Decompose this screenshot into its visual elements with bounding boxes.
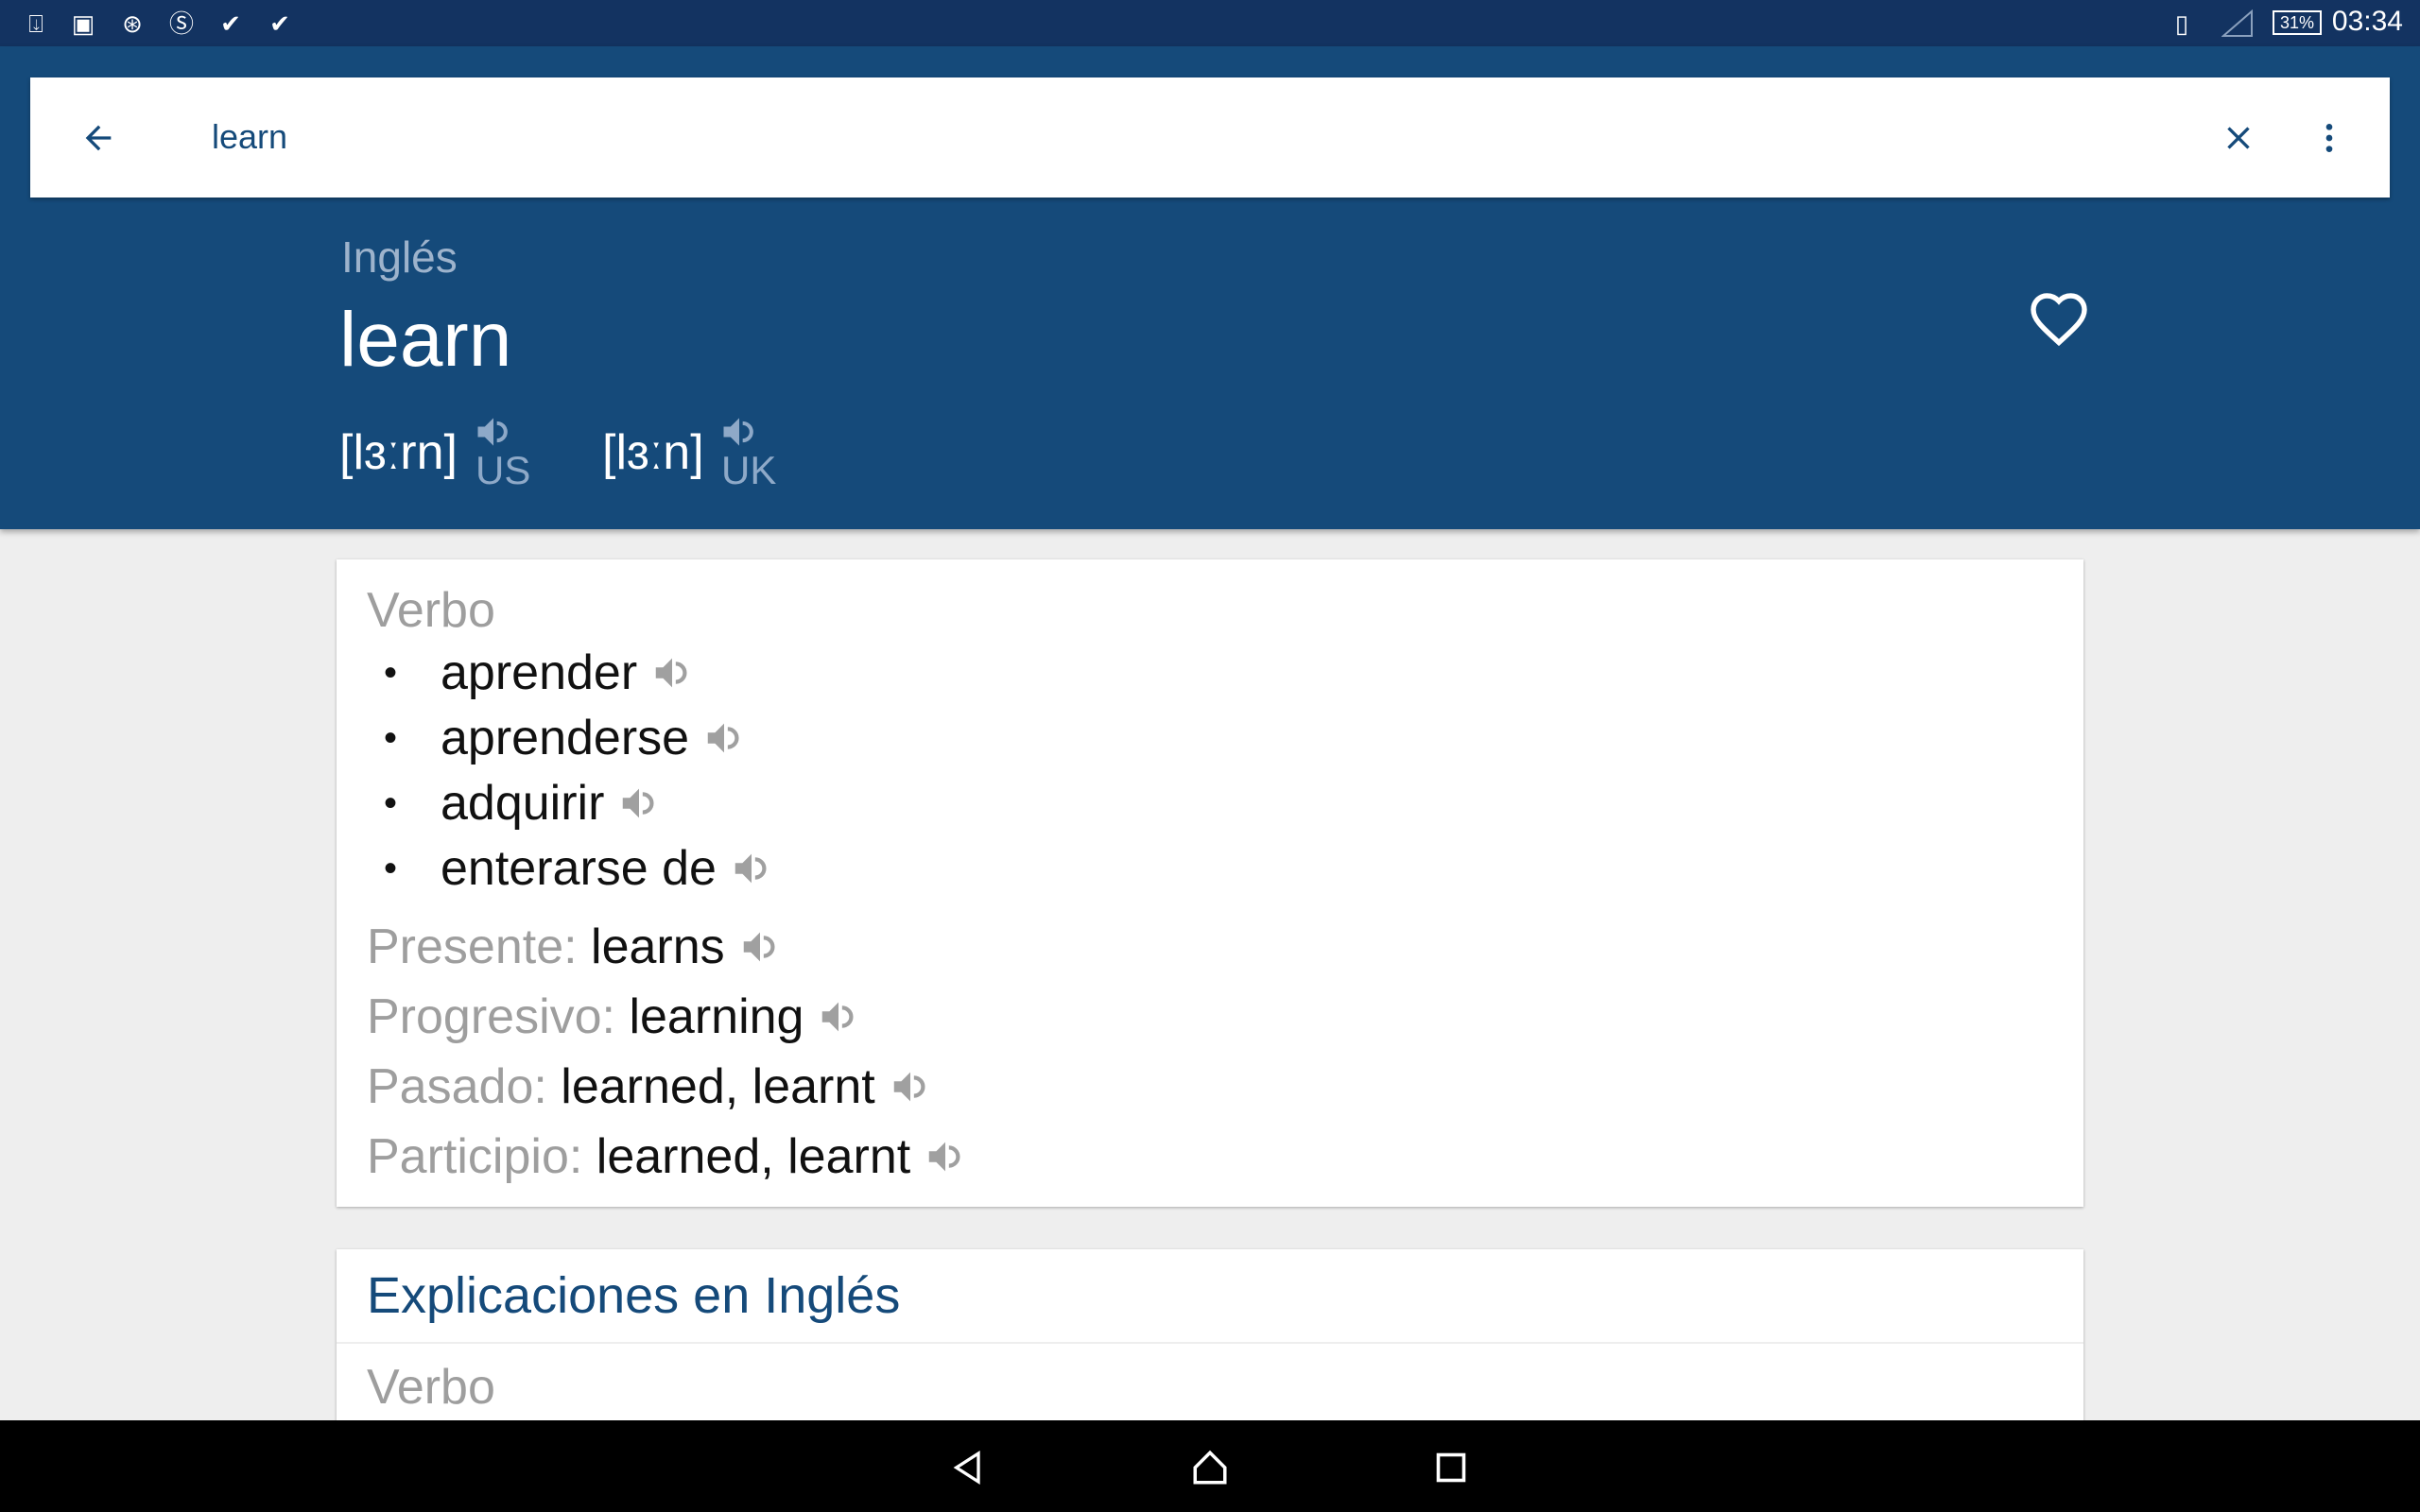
pronunciation-uk: [lɜːn]: [602, 425, 704, 480]
translations-card: Verbo • aprender • aprenderse • adquirir • ente…: [337, 559, 2083, 1207]
part-of-speech: Verbo: [367, 1360, 495, 1415]
explanations-title: Explicaciones en Inglés: [367, 1267, 901, 1324]
translation-item: • aprender: [384, 644, 694, 701]
translation-text[interactable]: enterarse de: [441, 840, 717, 897]
translation-item: • adquirir: [384, 775, 661, 832]
pronunciation-us: [lɜːrn]: [339, 425, 458, 480]
speaker-icon-us[interactable]: [473, 411, 514, 453]
clock: 03:34: [2331, 6, 2403, 37]
vpn-icon: ⊛: [122, 9, 143, 38]
verb-form-row: Pasado: learned, learnt: [367, 1058, 932, 1115]
image-icon: ▣: [71, 9, 95, 38]
bullet: •: [384, 651, 398, 694]
form-label: Progresivo:: [367, 989, 615, 1044]
form-value: learned, learnt: [561, 1059, 875, 1114]
navigation-bar: [0, 1420, 2420, 1512]
form-value: learning: [629, 989, 804, 1044]
favorite-heart-icon[interactable]: [2025, 284, 2093, 352]
search-bar: [30, 77, 2390, 198]
bullet: •: [384, 782, 398, 824]
square-recents-icon: [1436, 1452, 1466, 1483]
verb-form-row: Participio: learned, learnt: [367, 1128, 967, 1185]
bullet: •: [384, 847, 398, 889]
accent-uk: UK: [721, 448, 777, 492]
speaker-icon[interactable]: [738, 925, 782, 969]
divider: [337, 1342, 2083, 1344]
close-icon: [2227, 127, 2250, 149]
form-label: Pasado:: [367, 1059, 547, 1114]
form-label: Presente:: [367, 919, 578, 974]
vibrate-icon: ▯: [2174, 9, 2189, 38]
verb-form-row: Progresivo: learning: [367, 988, 860, 1045]
headword: learn: [339, 297, 512, 383]
speaker-icon[interactable]: [817, 995, 860, 1039]
check-icon: ✔: [220, 9, 241, 38]
source-language: Inglés: [341, 232, 458, 282]
clear-button[interactable]: [2208, 108, 2269, 168]
form-value: learned, learnt: [596, 1129, 911, 1184]
speaker-icon[interactable]: [889, 1065, 932, 1108]
home-icon: [1193, 1450, 1227, 1485]
speaker-icon[interactable]: [617, 782, 661, 825]
speaker-icon-uk[interactable]: [718, 411, 760, 453]
signal-icon: [2221, 9, 2253, 37]
translation-text[interactable]: adquirir: [441, 775, 604, 832]
battery-indicator: 31%: [2273, 10, 2322, 35]
triangle-back-icon: [953, 1450, 980, 1486]
sf-icon: Ⓢ: [168, 9, 194, 38]
word-header: Inglés learn [lɜːrn] US [lɜːn] UK: [0, 46, 2420, 529]
translation-item: • enterarse de: [384, 840, 773, 897]
explanations-card: Explicaciones en Inglés Verbo: [337, 1249, 2083, 1438]
accent-us: US: [475, 448, 531, 492]
translation-text[interactable]: aprender: [441, 644, 637, 701]
check-icon: ✔: [269, 9, 290, 38]
speaker-icon[interactable]: [650, 651, 694, 695]
back-nav-button[interactable]: [941, 1439, 997, 1496]
translation-item: • aprenderse: [384, 710, 746, 766]
more-vert-icon: [2325, 124, 2333, 152]
verb-form-row: Presente: learns: [367, 919, 782, 975]
more-options-button[interactable]: [2299, 108, 2360, 168]
speaker-icon[interactable]: [730, 847, 773, 890]
bullet: •: [384, 716, 398, 759]
speaker-icon[interactable]: [702, 716, 746, 760]
part-of-speech: Verbo: [367, 583, 495, 638]
arrow-left-icon: [85, 125, 112, 151]
home-nav-button[interactable]: [1182, 1439, 1238, 1496]
translation-text[interactable]: aprenderse: [441, 710, 689, 766]
download-icon: ⍗: [28, 9, 43, 38]
status-bar: ⍗ ▣ ⊛ Ⓢ ✔ ✔ ▯ 31% 03:34: [0, 0, 2420, 46]
back-button[interactable]: [68, 108, 129, 168]
search-input[interactable]: [212, 106, 2102, 168]
form-label: Participio:: [367, 1129, 583, 1184]
speaker-icon[interactable]: [924, 1135, 967, 1178]
form-value: learns: [591, 919, 725, 974]
recents-nav-button[interactable]: [1423, 1439, 1479, 1496]
